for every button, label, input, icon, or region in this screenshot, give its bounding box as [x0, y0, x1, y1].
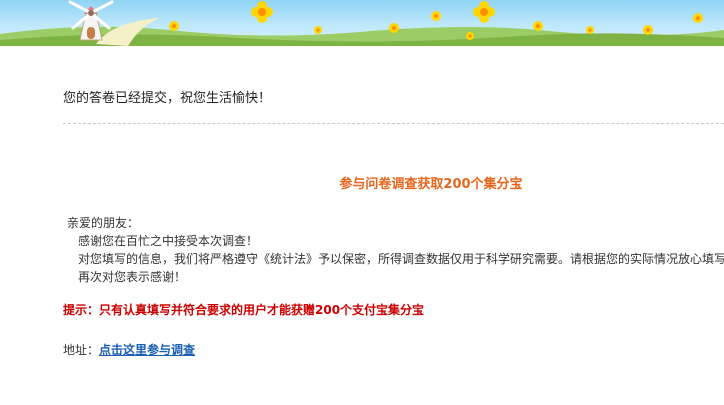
letter-line: 感谢您在百忙之中接受本次调查！ — [78, 234, 259, 248]
banner-illustration — [0, 0, 724, 46]
dashed-divider — [63, 123, 724, 124]
thank-you-letter: 亲爱的朋友： 感谢您在百忙之中接受本次调查！ 对您填写的信息，我们将严格遵守《统… — [67, 214, 724, 286]
reward-tip: 提示：只有认真填写并符合要求的用户才能获赠200个支付宝集分宝 — [63, 303, 425, 317]
survey-link[interactable]: 点击这里参与调查 — [99, 343, 195, 357]
letter-line: 对您填写的信息，我们将严格遵守《统计法》予以保密，所得调查数据仅用于科学研究需要… — [78, 252, 724, 266]
survey-address: 地址：点击这里参与调查 — [63, 341, 195, 358]
submission-result-panel: 您的答卷已经提交，祝您生活愉快！ 参与问卷调查获取200个集分宝 亲爱的朋友： … — [0, 46, 724, 405]
promo-title: 参与问卷调查获取200个集分宝 — [339, 177, 523, 192]
success-message: 您的答卷已经提交，祝您生活愉快！ — [63, 91, 272, 106]
letter-line: 再次对您表示感谢！ — [78, 270, 187, 284]
address-label: 地址： — [63, 343, 100, 357]
header-banner — [0, 0, 724, 46]
letter-greeting: 亲爱的朋友： — [67, 216, 140, 230]
